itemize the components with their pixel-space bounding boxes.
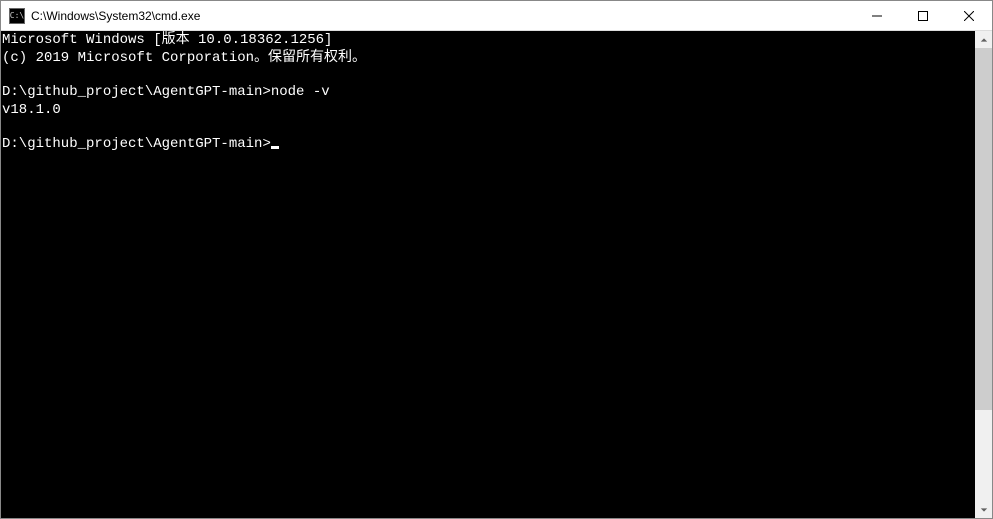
cmd-window: C:\ C:\Windows\System32\cmd.exe Microsof… — [0, 0, 993, 519]
scrollbar-track[interactable] — [975, 48, 992, 501]
cmd-icon-text: C:\ — [10, 12, 24, 20]
chevron-up-icon — [980, 36, 988, 44]
prompt-text: D:\github_project\AgentGPT-main> — [2, 84, 271, 100]
console-line: D:\github_project\AgentGPT-main>node -v — [2, 84, 975, 102]
window-title: C:\Windows\System32\cmd.exe — [31, 9, 854, 23]
close-button[interactable] — [946, 1, 992, 30]
prompt-text: D:\github_project\AgentGPT-main> — [2, 136, 271, 152]
console-line: (c) 2019 Microsoft Corporation。保留所有权利。 — [2, 50, 975, 68]
console-line — [2, 119, 975, 136]
window-controls — [854, 1, 992, 30]
console-line: v18.1.0 — [2, 102, 975, 120]
maximize-icon — [918, 11, 928, 21]
scrollbar-down-button[interactable] — [975, 501, 992, 518]
console-line: D:\github_project\AgentGPT-main> — [2, 136, 975, 154]
cmd-icon: C:\ — [9, 8, 25, 24]
chevron-down-icon — [980, 506, 988, 514]
scrollbar-thumb[interactable] — [975, 48, 992, 410]
console-line: Microsoft Windows [版本 10.0.18362.1256] — [2, 32, 975, 50]
close-icon — [964, 11, 974, 21]
console-wrapper: Microsoft Windows [版本 10.0.18362.1256](c… — [1, 31, 992, 518]
minimize-icon — [872, 11, 882, 21]
console-line — [2, 67, 975, 84]
cursor — [271, 146, 279, 149]
scrollbar-up-button[interactable] — [975, 31, 992, 48]
minimize-button[interactable] — [854, 1, 900, 30]
command-text: node -v — [271, 84, 330, 100]
console-area[interactable]: Microsoft Windows [版本 10.0.18362.1256](c… — [1, 31, 975, 518]
vertical-scrollbar[interactable] — [975, 31, 992, 518]
maximize-button[interactable] — [900, 1, 946, 30]
titlebar[interactable]: C:\ C:\Windows\System32\cmd.exe — [1, 1, 992, 31]
